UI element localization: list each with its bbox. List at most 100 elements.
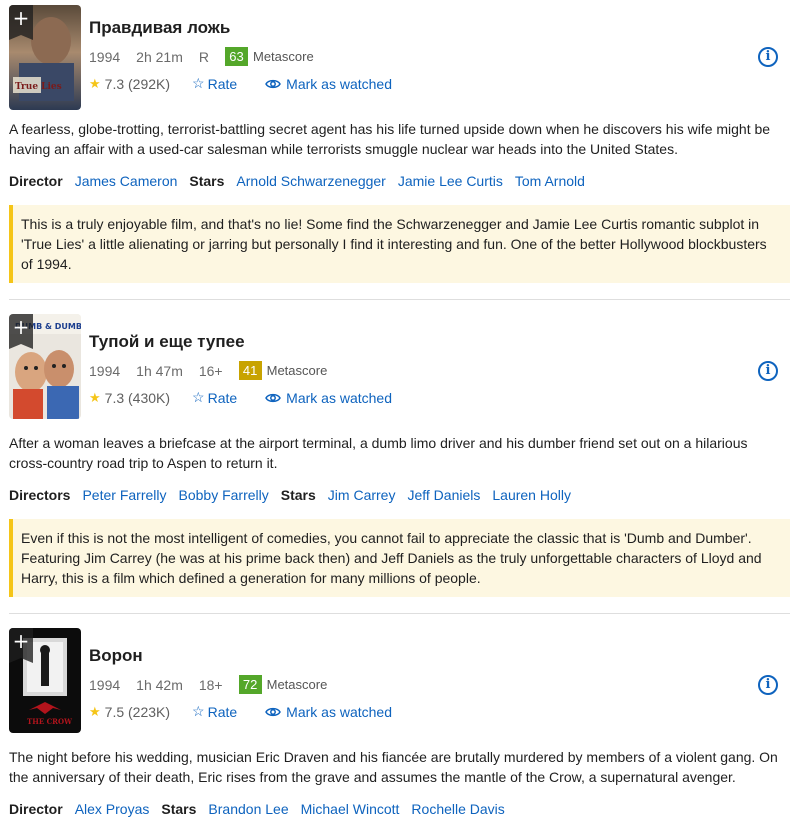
star-link[interactable]: Tom Arnold (515, 173, 585, 189)
star-icon: ★ (89, 75, 101, 91)
movie-title[interactable]: Тупой и еще тупее (89, 332, 245, 352)
rate-star-icon: ☆ (192, 75, 205, 91)
movie-item: True Lies + Правдивая ложь 1994 2h 21m R… (0, 0, 790, 283)
metascore-label: Metascore (266, 677, 328, 692)
watch-label: Mark as watched (286, 75, 392, 92)
stars-label: Stars (161, 801, 197, 817)
star-link[interactable]: Michael Wincott (301, 801, 400, 817)
star-link[interactable]: Jamie Lee Curtis (398, 173, 503, 189)
movie-year: 1994 (89, 676, 121, 693)
info-button[interactable]: i (758, 675, 778, 695)
info-button[interactable]: i (758, 361, 778, 381)
stars-label: Stars (189, 173, 225, 189)
star-icon: ★ (89, 703, 101, 719)
director-label: Director (9, 173, 63, 189)
movie-credits: Directors Peter Farrelly Bobby Farrelly … (9, 487, 790, 503)
stars-label: Stars (280, 487, 316, 503)
director-label: Director (9, 801, 63, 817)
metascore-badge: 41 (238, 361, 262, 380)
movie-credits: Director James Cameron Stars Arnold Schw… (9, 173, 790, 189)
movie-poster[interactable]: True Lies + (9, 5, 81, 110)
mark-watched-button[interactable]: Mark as watched (265, 76, 392, 92)
plus-icon: + (12, 315, 30, 339)
rate-button[interactable]: ☆ Rate (192, 703, 237, 720)
movie-meta: 1994 2h 21m R 63 Metascore (89, 47, 314, 66)
add-to-watchlist-button[interactable]: + (9, 5, 33, 40)
star-link[interactable]: Rochelle Davis (411, 801, 504, 817)
user-review: Even if this is not the most intelligent… (9, 519, 790, 597)
star-link[interactable]: Lauren Holly (492, 487, 571, 503)
divider (9, 299, 790, 300)
movie-runtime: 2h 21m (136, 48, 183, 65)
info-icon: i (765, 363, 771, 378)
poster-text: THE CROW (27, 717, 72, 726)
eye-icon (265, 79, 282, 88)
poster-text: True Lies (15, 82, 62, 92)
rate-button[interactable]: ☆ Rate (192, 389, 237, 406)
plus-icon: + (12, 629, 30, 653)
rate-label: Rate (207, 703, 238, 720)
info-icon: i (765, 677, 771, 692)
director-link[interactable]: Bobby Farrelly (179, 487, 269, 503)
movie-header: DUMB & DUMBER + Тупой и еще тупее 1994 1… (9, 314, 790, 419)
movie-actions: ★ 7.5 (223K) ☆ Rate Mark as watched (89, 703, 420, 720)
mark-watched-button[interactable]: Mark as watched (265, 390, 392, 406)
movie-runtime: 1h 42m (136, 676, 183, 693)
imdb-rating: ★ 7.3 (292K) (89, 76, 170, 92)
movie-item: THE CROW + Ворон 1994 1h 42m 18+ 72 Meta… (0, 628, 790, 817)
director-link[interactable]: James Cameron (75, 173, 178, 189)
movie-certificate: R (198, 48, 209, 65)
director-link[interactable]: Peter Farrelly (82, 487, 166, 503)
movie-plot: The night before his wedding, musician E… (9, 749, 778, 785)
director-link[interactable]: Alex Proyas (75, 801, 150, 817)
movie-header: True Lies + Правдивая ложь 1994 2h 21m R… (9, 0, 790, 110)
watch-label: Mark as watched (286, 389, 392, 406)
movie-poster[interactable]: THE CROW + (9, 628, 81, 733)
movie-header: THE CROW + Ворон 1994 1h 42m 18+ 72 Meta… (9, 628, 790, 733)
movie-year: 1994 (89, 362, 121, 379)
metascore-label: Metascore (266, 363, 328, 378)
imdb-rating: ★ 7.5 (223K) (89, 704, 170, 720)
metascore-badge: 72 (238, 675, 262, 694)
rate-label: Rate (207, 389, 238, 406)
metascore-label: Metascore (252, 49, 314, 64)
star-link[interactable]: Jim Carrey (328, 487, 396, 503)
user-review: This is a truly enjoyable film, and that… (9, 205, 790, 283)
movie-actions: ★ 7.3 (430K) ☆ Rate Mark as watched (89, 389, 420, 406)
rating-value: 7.5 (223K) (104, 703, 171, 720)
movie-certificate: 18+ (198, 676, 223, 693)
movie-meta: 1994 1h 42m 18+ 72 Metascore (89, 675, 327, 694)
movie-title[interactable]: Правдивая ложь (89, 18, 230, 38)
rating-value: 7.3 (292K) (104, 75, 171, 92)
plus-icon: + (12, 6, 30, 30)
rate-button[interactable]: ☆ Rate (192, 75, 237, 92)
star-link[interactable]: Jeff Daniels (407, 487, 480, 503)
rate-label: Rate (207, 75, 238, 92)
imdb-rating: ★ 7.3 (430K) (89, 390, 170, 406)
movie-title[interactable]: Ворон (89, 646, 143, 666)
movie-certificate: 16+ (198, 362, 223, 379)
info-icon: i (765, 49, 771, 64)
eye-icon (265, 707, 282, 716)
movie-poster[interactable]: DUMB & DUMBER + (9, 314, 81, 419)
metascore-badge: 63 (224, 47, 248, 66)
star-icon: ★ (89, 389, 101, 405)
watch-label: Mark as watched (286, 703, 392, 720)
movie-item: DUMB & DUMBER + Тупой и еще тупее 1994 1… (0, 314, 790, 597)
add-to-watchlist-button[interactable]: + (9, 314, 33, 349)
director-label: Directors (9, 487, 71, 503)
movie-year: 1994 (89, 48, 121, 65)
divider (9, 613, 790, 614)
star-link[interactable]: Brandon Lee (208, 801, 288, 817)
movie-credits: Director Alex Proyas Stars Brandon Lee M… (9, 801, 790, 817)
rate-star-icon: ☆ (192, 703, 205, 719)
eye-icon (265, 393, 282, 402)
star-link[interactable]: Arnold Schwarzenegger (236, 173, 385, 189)
movie-plot: A fearless, globe-trotting, terrorist-ba… (9, 121, 771, 157)
movie-meta: 1994 1h 47m 16+ 41 Metascore (89, 361, 327, 380)
mark-watched-button[interactable]: Mark as watched (265, 704, 392, 720)
info-button[interactable]: i (758, 47, 778, 67)
movie-actions: ★ 7.3 (292K) ☆ Rate Mark as watched (89, 75, 420, 92)
movie-list: True Lies + Правдивая ложь 1994 2h 21m R… (0, 0, 790, 817)
add-to-watchlist-button[interactable]: + (9, 628, 33, 663)
